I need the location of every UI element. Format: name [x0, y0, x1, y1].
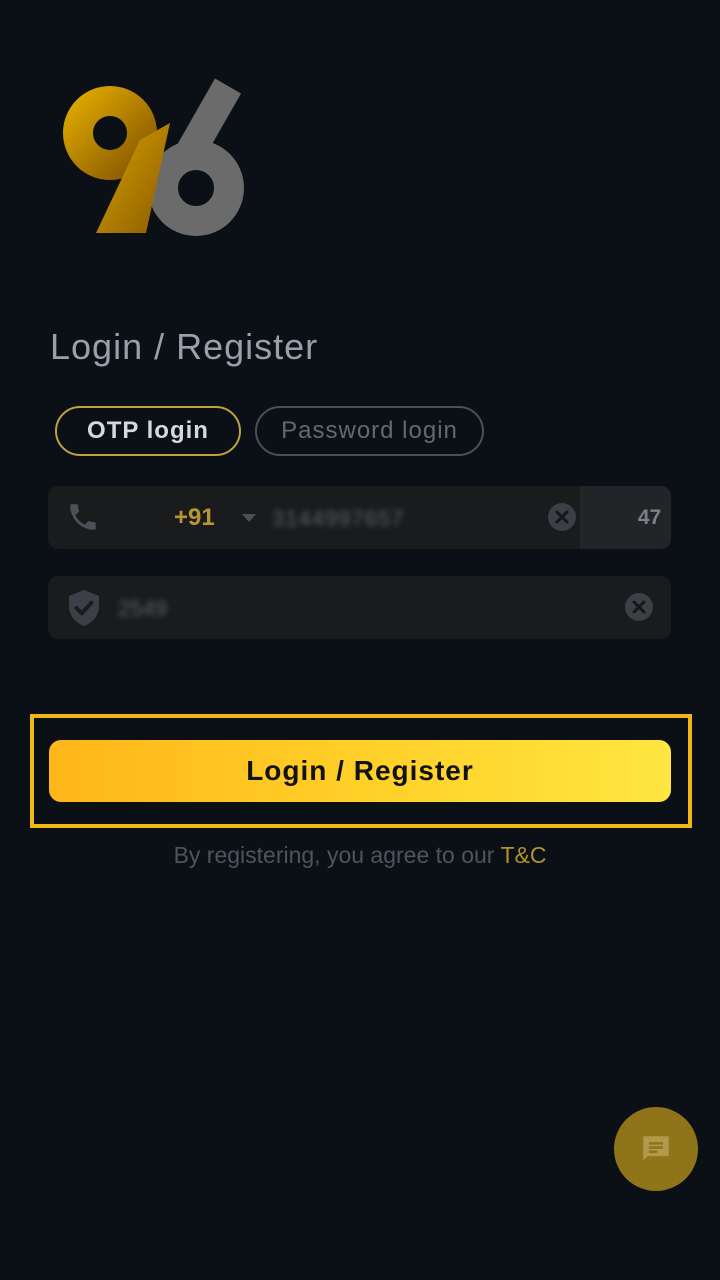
dropdown-arrow-icon[interactable]	[240, 512, 258, 524]
phone-field[interactable]: +91 3144997657 47	[48, 486, 671, 549]
terms-text: By registering, you agree to our T&C	[0, 842, 720, 869]
login-register-button[interactable]: Login / Register	[49, 740, 671, 802]
otp-code-input[interactable]: 2549	[118, 596, 167, 622]
clear-phone-icon[interactable]	[547, 502, 577, 532]
tab-password-login[interactable]: Password login	[255, 406, 484, 456]
phone-number-input[interactable]: 3144997657	[272, 506, 404, 532]
tab-otp-login[interactable]: OTP login	[55, 406, 241, 456]
page-title: Login / Register	[50, 326, 319, 367]
otp-field[interactable]: 2549	[48, 576, 671, 639]
clear-otp-icon[interactable]	[624, 592, 654, 622]
shield-check-icon	[69, 590, 99, 626]
terms-prefix: By registering, you agree to our	[173, 842, 501, 868]
chat-button[interactable]	[614, 1107, 698, 1191]
otp-countdown-button[interactable]: 47	[580, 486, 671, 549]
chat-icon	[643, 1136, 669, 1161]
phone-icon	[70, 504, 96, 530]
terms-link[interactable]: T&C	[500, 842, 546, 868]
brand-logo	[63, 78, 244, 236]
country-code[interactable]: +91	[174, 504, 215, 532]
